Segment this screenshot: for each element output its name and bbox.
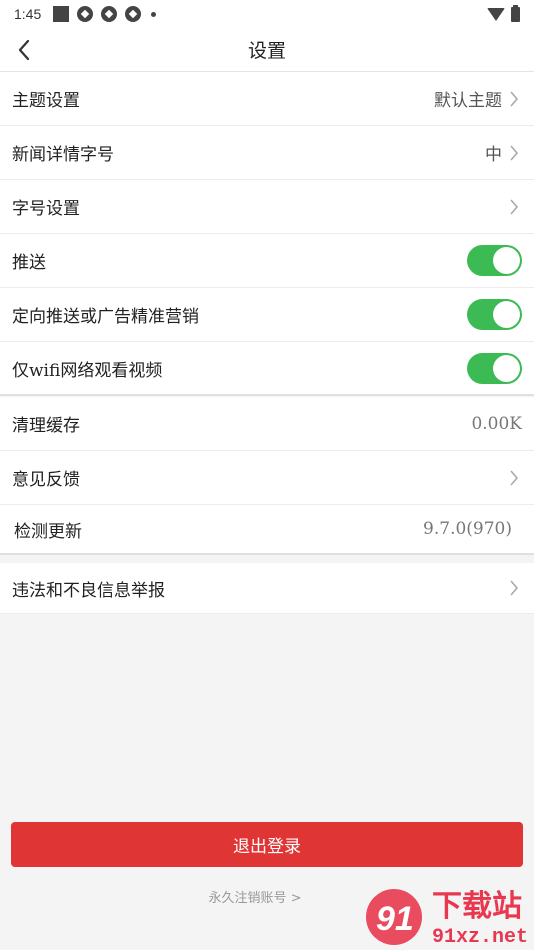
settings-group-display: 主题设置 默认主题 新闻详情字号 中 字号设置 推送 定向推送或广告精准营销 仅… [0, 72, 534, 396]
notification-app-icon [101, 6, 118, 22]
settings-group-misc: 清理缓存 0.00K 意见反馈 检测更新 9.7.0(970) [0, 397, 534, 555]
nav-bar: 设置 [0, 28, 534, 72]
back-button[interactable] [8, 34, 40, 66]
toggle-knob [493, 301, 520, 328]
watermark-url: 91xz.net [432, 926, 528, 948]
toggle-knob [493, 354, 520, 382]
notification-app-icon [77, 6, 94, 22]
font-size-setting-row[interactable]: 字号设置 [0, 180, 534, 234]
theme-value: 默认主题 [434, 91, 502, 111]
push-toggle[interactable] [467, 245, 522, 276]
chevron-right-icon [506, 468, 522, 488]
push-row: 推送 [0, 234, 534, 288]
version-value: 9.7.0(970) [423, 519, 512, 539]
status-bar: 1:45 [0, 0, 534, 28]
row-label: 新闻详情字号 [12, 145, 114, 165]
row-label: 违法和不良信息举报 [12, 580, 165, 601]
row-label: 清理缓存 [12, 416, 80, 436]
watermark-mark: 91 [376, 900, 414, 938]
chevron-right-icon [506, 89, 522, 109]
chevron-left-icon [18, 39, 30, 61]
row-label: 字号设置 [12, 199, 80, 219]
row-label: 意见反馈 [12, 470, 80, 490]
targeted-ads-row: 定向推送或广告精准营销 [0, 288, 534, 342]
article-font-size-row[interactable]: 新闻详情字号 中 [0, 126, 534, 180]
row-label: 推送 [12, 253, 46, 273]
check-update-row[interactable]: 检测更新 9.7.0(970) [0, 505, 534, 555]
cache-size-value: 0.00K [471, 413, 522, 434]
notification-app-icon [125, 6, 142, 22]
clear-cache-row[interactable]: 清理缓存 0.00K [0, 397, 534, 451]
wifi-only-video-row: 仅wifi网络观看视频 [0, 342, 534, 396]
report-illegal-info-row[interactable]: 违法和不良信息举报 [0, 563, 534, 614]
chevron-right-icon [506, 578, 522, 598]
page-title: 设置 [247, 40, 286, 62]
toggle-knob [493, 247, 520, 274]
font-size-value: 中 [485, 145, 502, 165]
battery-icon [511, 4, 520, 22]
targeted-ads-toggle[interactable] [467, 299, 522, 330]
site-watermark: 91 下载站 91xz.net [362, 886, 534, 949]
watermark-cn: 下载站 [432, 889, 522, 924]
wifi-icon [487, 7, 505, 21]
more-notifications-dot-icon [151, 11, 157, 17]
row-label: 仅wifi网络观看视频 [12, 360, 163, 381]
logout-button[interactable]: 退出登录 [11, 822, 523, 867]
notification-square-icon [53, 6, 70, 22]
chevron-right-icon [506, 143, 522, 163]
status-time: 1:45 [14, 6, 42, 22]
settings-group-report: 违法和不良信息举报 [0, 563, 534, 614]
chevron-right-icon [506, 197, 522, 217]
theme-setting-row[interactable]: 主题设置 默认主题 [0, 72, 534, 126]
feedback-row[interactable]: 意见反馈 [0, 451, 534, 505]
row-label: 检测更新 [14, 521, 82, 542]
wifi-only-video-toggle[interactable] [467, 352, 522, 384]
row-label: 主题设置 [12, 91, 80, 111]
row-label: 定向推送或广告精准营销 [12, 307, 199, 327]
